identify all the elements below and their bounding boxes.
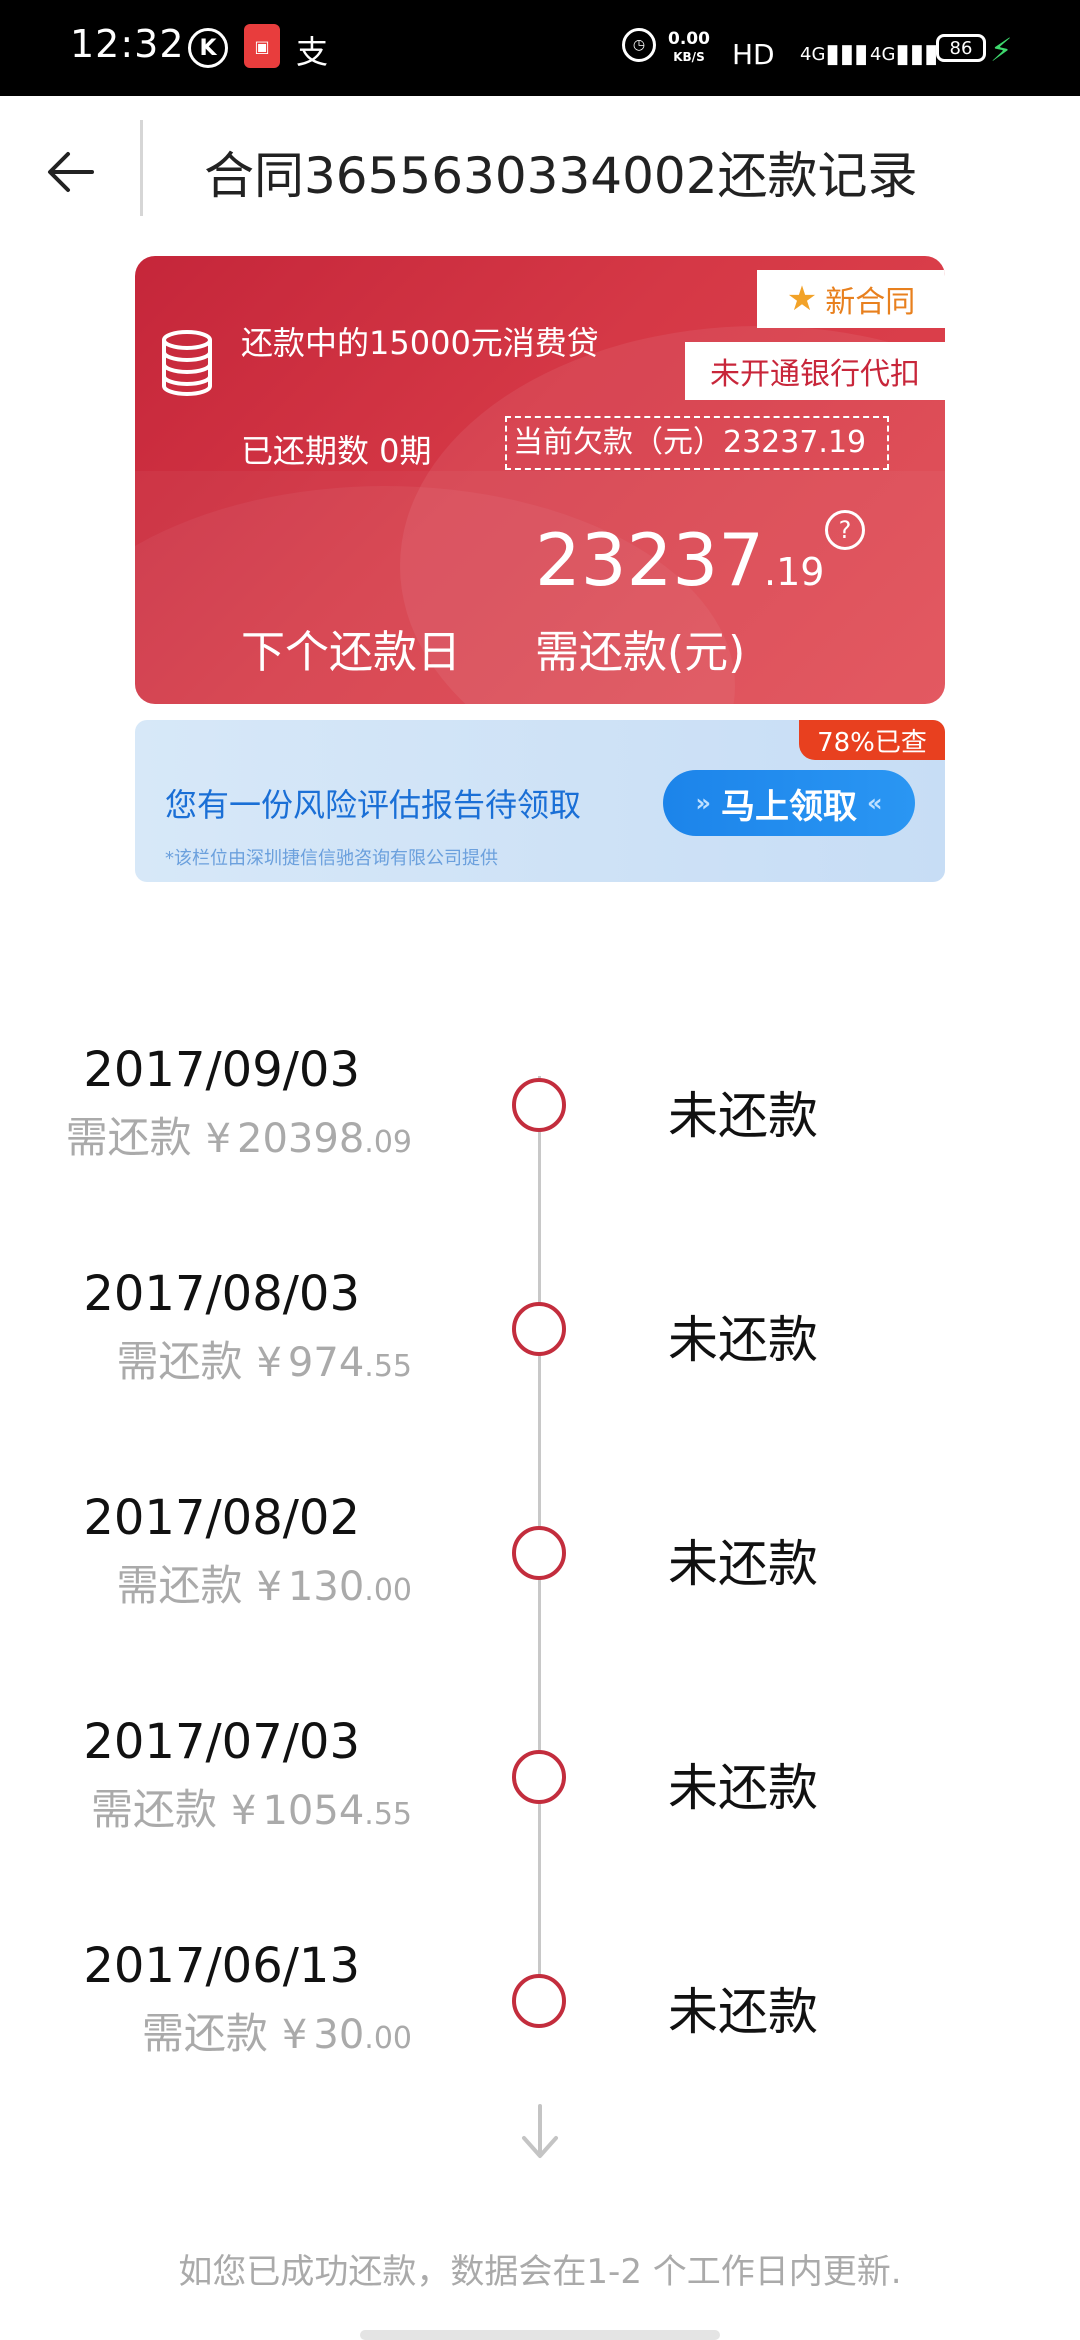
need-pay-text: 需还款 [116, 1561, 243, 1610]
yen-sign: ¥ [205, 1116, 232, 1162]
amount-int: 30 [313, 2012, 365, 2058]
back-button[interactable] [40, 140, 104, 204]
payment-date: 2017/09/03 [83, 1042, 360, 1098]
payment-date: 2017/08/03 [83, 1266, 360, 1322]
timeline-dot [512, 1302, 566, 1356]
timeline-item[interactable]: 2017/06/13 需还款 ¥30.00 未还款 [0, 1938, 1080, 2096]
signal-icon-2: 4G ▮▮▮ [870, 39, 939, 69]
signal-1-label: 4G [800, 43, 826, 65]
status-time: 12:32 [70, 22, 185, 66]
payment-amount: 需还款 ¥20398.09 [66, 1104, 412, 1165]
signal-2-label: 4G [870, 43, 896, 65]
amount-dec: .55 [364, 1797, 412, 1832]
double-chevron-left-icon: « [867, 789, 883, 817]
periods-paid: 已还期数 0期 [241, 432, 432, 470]
timeline-item[interactable]: 2017/08/02 需还款 ¥130.00 未还款 [0, 1490, 1080, 1648]
page-title: 合同3655630334002还款记录 [204, 147, 918, 205]
yen-sign: ¥ [281, 2012, 308, 2058]
network-speed-unit: KB/S [673, 50, 705, 64]
amount-due: 23237.19 [535, 518, 824, 602]
payment-date: 2017/06/13 [83, 1938, 360, 1994]
header-divider [140, 120, 143, 216]
coins-icon [162, 330, 212, 396]
network-speed-value: 0.00 [668, 29, 710, 49]
hd-icon: HD [732, 37, 775, 71]
timeline-item[interactable]: 2017/09/03 需还款 ¥20398.09 未还款 [0, 1042, 1080, 1200]
alipay-icon: 支 [296, 33, 329, 71]
timeline-dot [512, 1078, 566, 1132]
star-icon: ★ [786, 279, 818, 319]
help-icon[interactable]: ? [825, 510, 865, 550]
timeline-dot [512, 1526, 566, 1580]
payment-status: 未还款 [668, 1535, 818, 1593]
amount-dec: .00 [364, 1573, 412, 1608]
battery-icon: 86 [936, 34, 986, 62]
banner-source-note: *该栏位由深圳捷信信驰咨询有限公司提供 [165, 848, 498, 869]
app-notification-icon: ▣ [244, 24, 280, 68]
status-bar: 12:32 K ▣ 支 ◷ 0.00 KB/S HD 4G ▮▮▮ 4G ▮▮▮ 8… [0, 0, 1080, 96]
payment-amount: 需还款 ¥30.00 [142, 2000, 412, 2061]
need-pay-text: 需还款 [116, 1337, 243, 1386]
amount-due-dec: .19 [764, 550, 825, 594]
loan-card: 还款中的15000元消费贷 已还期数 0期 当前欠款（元）23237.19 ★ … [135, 256, 945, 704]
need-pay-text: 需还款 [141, 2009, 268, 2058]
payment-status: 未还款 [668, 1759, 818, 1817]
header: 合同3655630334002还款记录 [0, 96, 1080, 246]
next-payment-day-label: 下个还款日 [241, 627, 461, 678]
risk-report-banner[interactable]: 78%已查 您有一份风险评估报告待领取 *该栏位由深圳捷信信驰咨询有限公司提供 … [135, 720, 945, 882]
current-debt: 当前欠款（元）23237.19 [505, 416, 889, 470]
amount-int: 20398 [237, 1116, 365, 1162]
k-app-icon: K [188, 28, 228, 68]
timeline-item[interactable]: 2017/08/03 需还款 ¥974.55 未还款 [0, 1266, 1080, 1424]
payment-amount: 需还款 ¥130.00 [116, 1552, 412, 1613]
signal-icon-1: 4G ▮▮▮ [800, 39, 869, 69]
payment-amount: 需还款 ¥974.55 [116, 1328, 412, 1389]
payment-status: 未还款 [668, 1983, 818, 2041]
update-notice: 如您已成功还款，数据会在1-2 个工作日内更新. [178, 2252, 902, 2292]
need-pay-label: 需还款(元) [535, 627, 746, 678]
payment-date: 2017/07/03 [83, 1714, 360, 1770]
amount-dec: .55 [364, 1349, 412, 1384]
payment-status: 未还款 [668, 1087, 818, 1145]
payment-status: 未还款 [668, 1311, 818, 1369]
amount-int: 130 [287, 1564, 365, 1610]
banner-text: 您有一份风险评估报告待领取 [165, 786, 582, 824]
new-contract-label: 新合同 [825, 285, 916, 320]
amount-due-int: 23237 [535, 518, 765, 602]
need-pay-text: 需还款 [65, 1113, 192, 1162]
need-pay-text: 需还款 [91, 1785, 218, 1834]
timeline-item[interactable]: 2017/07/03 需还款 ¥1054.55 未还款 [0, 1714, 1080, 1872]
arrow-down-icon[interactable] [516, 2100, 564, 2162]
timeline-dot [512, 1750, 566, 1804]
home-indicator[interactable] [360, 2330, 720, 2340]
network-speed: 0.00 KB/S [668, 24, 710, 72]
timeline-dot [512, 1974, 566, 2028]
alarm-icon: ◷ [622, 28, 656, 62]
yen-sign: ¥ [256, 1340, 282, 1386]
claim-now-label: 马上领取 [721, 786, 857, 827]
yen-sign: ¥ [231, 1788, 257, 1834]
amount-dec: .00 [364, 2021, 412, 2056]
claim-now-button[interactable]: » 马上领取 « [663, 770, 915, 836]
bank-debit-tag[interactable]: 未开通银行代扣 [685, 342, 945, 400]
amount-dec: .09 [364, 1125, 412, 1160]
new-contract-tag: ★ 新合同 [757, 270, 945, 328]
yen-sign: ¥ [256, 1564, 282, 1610]
amount-int: 974 [287, 1340, 365, 1386]
payment-amount: 需还款 ¥1054.55 [91, 1776, 412, 1837]
double-chevron-right-icon: » [695, 789, 711, 817]
loan-title: 还款中的15000元消费贷 [241, 324, 599, 362]
checked-percent-badge: 78%已查 [799, 720, 945, 760]
back-arrow-icon [48, 152, 94, 192]
payment-date: 2017/08/02 [83, 1490, 360, 1546]
amount-int: 1054 [262, 1788, 365, 1834]
charging-icon: ⚡ [990, 31, 1013, 69]
